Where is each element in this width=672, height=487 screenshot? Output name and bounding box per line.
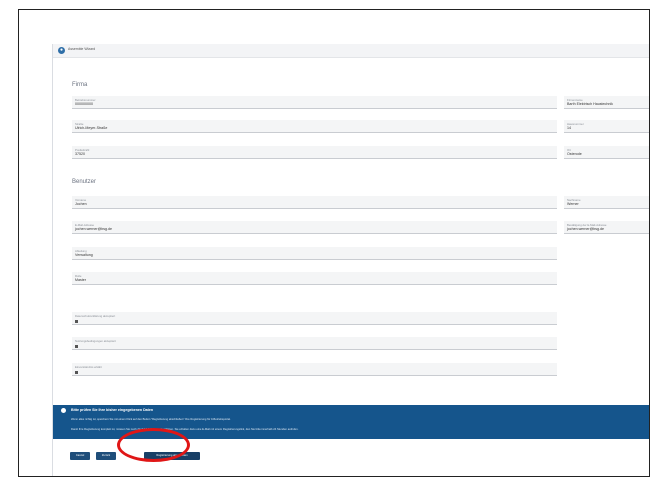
checkbox-icon[interactable] bbox=[75, 345, 78, 348]
field-vorname[interactable]: Vorname Jochen bbox=[72, 196, 557, 209]
page-header: ● Assemble Wizard bbox=[53, 44, 649, 58]
field-value: 37520 bbox=[75, 152, 85, 156]
back-button[interactable]: Zurück bbox=[96, 452, 116, 460]
checkbox-icon[interactable] bbox=[75, 371, 78, 374]
banner-line-2: Damit Ihre Registrierung komplett ist, m… bbox=[71, 428, 299, 431]
field-value: Osterode bbox=[567, 152, 582, 156]
highlight-circle bbox=[117, 428, 190, 462]
page-title: Assemble Wizard bbox=[68, 47, 96, 51]
field-strasse[interactable]: Straße Ulrich-Meyer-Straße bbox=[72, 120, 557, 133]
screenshot-frame: ● Assemble Wizard Firma Betriebsnummer 0… bbox=[18, 9, 650, 477]
field-value: Ulrich-Meyer-Straße bbox=[75, 126, 108, 130]
checkbox-icon[interactable] bbox=[75, 320, 78, 323]
registration-page: ● Assemble Wizard Firma Betriebsnummer 0… bbox=[52, 44, 649, 476]
field-ort[interactable]: Ort Osterode bbox=[564, 146, 649, 159]
cancel-button[interactable]: Cancel bbox=[70, 452, 90, 460]
benutzer-section-title: Benutzer bbox=[72, 179, 97, 185]
field-firmenname[interactable]: Firmenname Barth Elektrisch Haustechnik bbox=[564, 96, 649, 109]
field-value: Master bbox=[75, 278, 86, 282]
checkbox-label: Nutzungsbedingungen akzeptiert bbox=[75, 339, 116, 343]
banner-title: Bitte prüfen Sie Ihre bisher eingegebene… bbox=[71, 408, 154, 412]
checkbox-einverstaendnis[interactable]: Einverständnis erklärt bbox=[72, 363, 557, 376]
banner-line-1: Wenn alles richtig ist, speichern Sie mi… bbox=[71, 418, 231, 421]
wizard-icon: ● bbox=[58, 47, 65, 54]
field-value: Verwaltung bbox=[75, 253, 93, 257]
field-postleitzahl[interactable]: Postleitzahl 37520 bbox=[72, 146, 557, 159]
field-abteilung[interactable]: Abteilung Verwaltung bbox=[72, 247, 557, 260]
info-icon bbox=[61, 408, 66, 413]
field-value: Werner bbox=[567, 202, 579, 206]
field-value: jochen.werner@bsg.de bbox=[75, 227, 113, 231]
field-value: 14 bbox=[567, 126, 571, 130]
checkbox-label: Einverständnis erklärt bbox=[75, 365, 102, 369]
field-email[interactable]: E-Mail-Adresse jochen.werner@bsg.de bbox=[72, 221, 557, 234]
field-rolle[interactable]: Rolle Master bbox=[72, 272, 557, 285]
field-value: Jochen bbox=[75, 202, 87, 206]
checkbox-nutzungsbedingungen[interactable]: Nutzungsbedingungen akzeptiert bbox=[72, 337, 557, 350]
checkbox-datenschutz[interactable]: Datenschutzerklärung akzeptiert bbox=[72, 312, 557, 325]
field-value: jochen.werner@bsg.de bbox=[567, 227, 605, 231]
field-betriebsnummer[interactable]: Betriebsnummer 000000000 bbox=[72, 96, 557, 109]
field-email-confirm[interactable]: Bestätigung der E-Mail-Adresse jochen.we… bbox=[564, 221, 649, 234]
checkbox-label: Datenschutzerklärung akzeptiert bbox=[75, 314, 116, 318]
field-nachname[interactable]: Nachname Werner bbox=[564, 196, 649, 209]
field-value: 000000000 bbox=[75, 102, 93, 106]
field-hausnummer[interactable]: Hausnummer 14 bbox=[564, 120, 649, 133]
firma-section-title: Firma bbox=[72, 82, 88, 88]
field-value: Barth Elektrisch Haustechnik bbox=[567, 102, 613, 106]
